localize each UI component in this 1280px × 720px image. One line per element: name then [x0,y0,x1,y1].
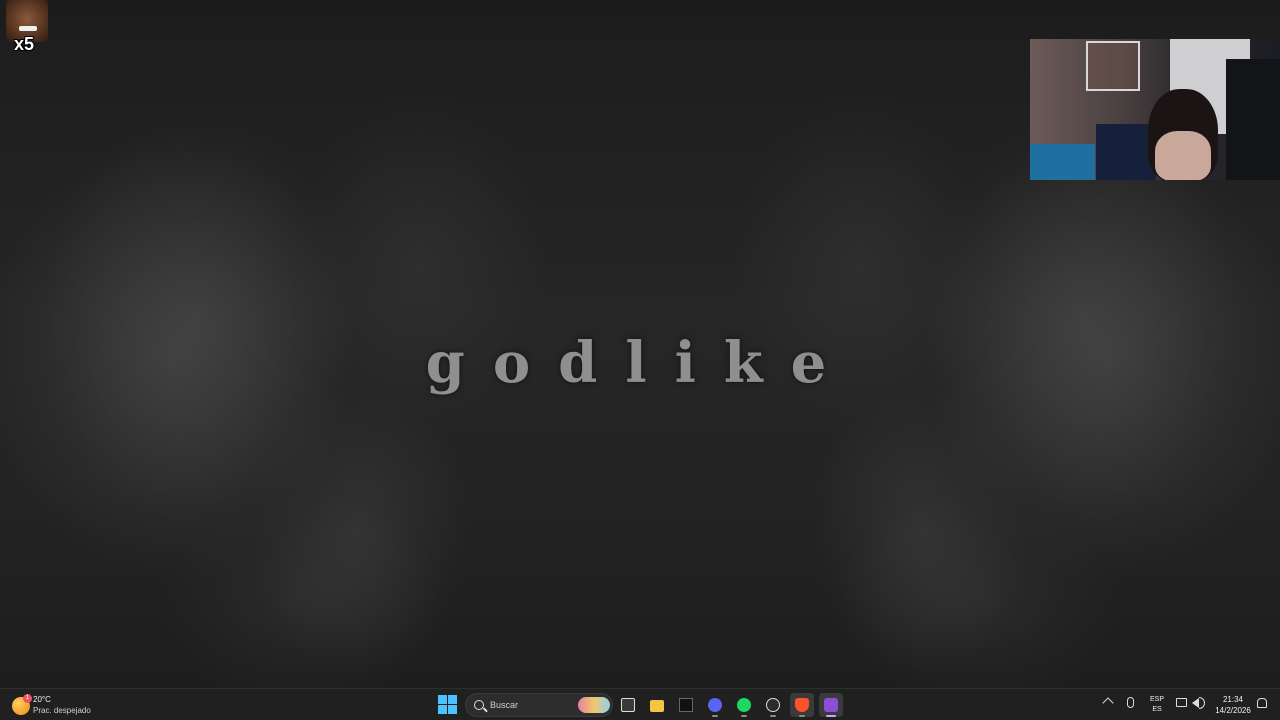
weather-badge: 1 [23,694,32,703]
clock-time: 21:34 [1222,695,1244,704]
microphone-icon[interactable] [1127,697,1134,708]
notification-bell-icon[interactable] [1257,698,1267,708]
running-indicator [826,715,836,717]
weather-widget[interactable]: 1 20°C Prac. despejado [10,693,130,717]
spotify-button[interactable] [732,693,756,717]
running-indicator [799,715,805,717]
weather-temperature: 20°C [33,695,51,704]
clock[interactable]: 21:34 14/2/2026 [1208,694,1258,716]
file-explorer-button[interactable] [645,693,669,717]
emote-overlay: x5 [6,0,48,56]
start-button[interactable] [438,695,458,715]
volume-icon[interactable] [1192,698,1199,708]
language-indicator[interactable]: ESP ES [1146,695,1168,715]
language-code: ESP [1149,696,1164,703]
brave-button[interactable] [790,693,814,717]
running-indicator [741,715,747,717]
running-indicator [712,715,718,717]
folder-icon [650,700,664,712]
wing-left-decoration [250,380,470,680]
webcam-overlay [1030,39,1280,180]
obs-icon [766,698,780,712]
clock-date: 14/2/2026 [1215,706,1251,715]
search-box[interactable]: Buscar [465,693,613,717]
cod-icon [679,698,693,712]
wallpaper-title: godlike [425,330,855,396]
chevron-up-icon[interactable] [1102,697,1114,709]
keyboard-layout: ES [1152,706,1162,713]
discord-icon [708,698,722,712]
obs-button[interactable] [761,693,785,717]
emote-count: x5 [14,34,35,54]
spotify-icon [737,698,751,712]
search-placeholder: Buscar [490,700,519,710]
call-of-duty-button[interactable] [674,693,698,717]
windows-logo-icon [438,695,447,704]
circle-app-button[interactable] [819,693,843,717]
taskbar: 1 20°C Prac. despejado Buscar ESP ES 21:… [0,688,1280,720]
volume-wave-icon [1199,697,1205,709]
search-highlight-icon [578,697,610,713]
task-view-button[interactable] [616,693,640,717]
search-icon [474,700,484,710]
circle-app-icon [824,698,838,712]
task-view-icon [621,698,635,712]
discord-button[interactable] [703,693,727,717]
wing-right-decoration [810,380,1030,680]
weather-condition: Prac. despejado [33,706,91,715]
brave-icon [795,698,809,712]
running-indicator [770,715,776,717]
network-icon[interactable] [1176,698,1187,707]
